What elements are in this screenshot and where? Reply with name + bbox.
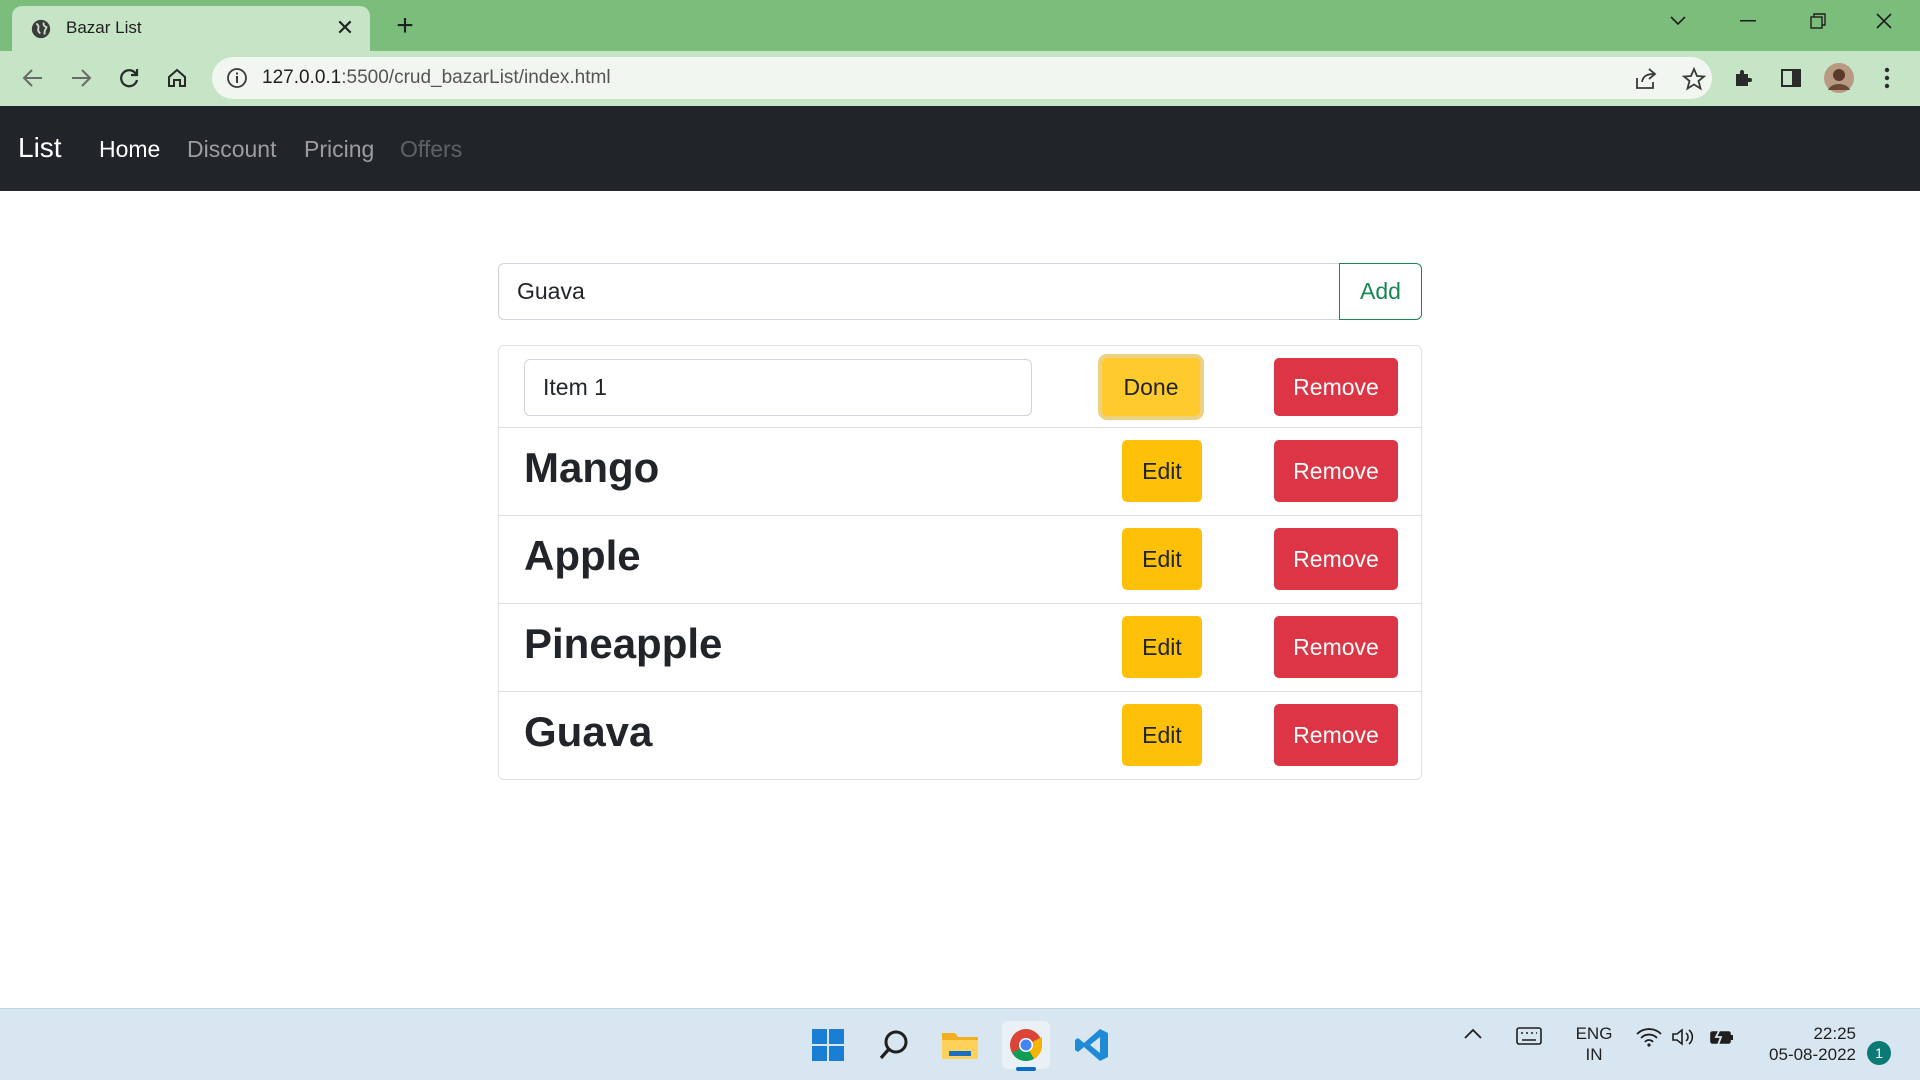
windows-start-icon[interactable] [804, 1021, 852, 1069]
tab-search-chevron-icon[interactable] [1646, 0, 1710, 42]
new-item-input[interactable] [498, 263, 1340, 320]
home-icon[interactable] [158, 59, 196, 97]
remove-button[interactable]: Remove [1274, 528, 1398, 590]
bookmark-star-icon[interactable] [1680, 65, 1708, 93]
search-icon[interactable] [870, 1021, 918, 1069]
add-button[interactable]: Add [1339, 263, 1422, 320]
browser-tab-strip: Bazar List ✕ + [0, 0, 1920, 51]
add-item-form: Add [498, 263, 1422, 320]
notification-badge[interactable]: 1 [1867, 1041, 1891, 1065]
edit-button[interactable]: Edit [1122, 440, 1202, 502]
forward-icon[interactable] [62, 59, 100, 97]
new-tab-icon[interactable]: + [388, 9, 422, 43]
item-name: Pineapple [524, 620, 723, 667]
navbar: List Home Discount Pricing Offers [0, 106, 1920, 191]
list-item: Apple Edit Remove [499, 516, 1421, 604]
back-icon[interactable] [14, 59, 52, 97]
keyboard-icon[interactable] [1516, 1027, 1542, 1050]
remove-button[interactable]: Remove [1274, 704, 1398, 766]
remove-button[interactable]: Remove [1274, 358, 1398, 416]
edit-button[interactable]: Edit [1122, 528, 1202, 590]
side-panel-icon[interactable] [1772, 59, 1810, 97]
list-item: Mango Edit Remove [499, 428, 1421, 516]
close-tab-icon[interactable]: ✕ [332, 15, 358, 41]
list-item: Guava Edit Remove [499, 692, 1421, 779]
clock[interactable]: 22:25 05-08-2022 [1750, 1023, 1856, 1065]
input-language[interactable]: ENG IN [1571, 1023, 1617, 1065]
site-info-icon[interactable] [226, 67, 248, 89]
menu-kebab-icon[interactable] [1868, 59, 1906, 97]
globe-icon [31, 19, 51, 39]
remove-button[interactable]: Remove [1274, 440, 1398, 502]
wifi-icon[interactable] [1636, 1027, 1662, 1052]
nav-link-discount[interactable]: Discount [187, 136, 276, 163]
edit-button[interactable]: Edit [1122, 616, 1202, 678]
edit-item-input[interactable] [524, 359, 1032, 416]
item-name: Apple [524, 532, 641, 579]
restore-icon[interactable] [1786, 0, 1850, 42]
volume-icon[interactable] [1671, 1027, 1697, 1052]
navbar-brand[interactable]: List [18, 132, 62, 164]
profile-avatar[interactable] [1820, 59, 1858, 97]
browser-toolbar: 127.0.0.1:5500/crud_bazarList/index.html [0, 51, 1920, 106]
item-name: Guava [524, 708, 653, 755]
nav-link-pricing[interactable]: Pricing [304, 136, 374, 163]
file-explorer-icon[interactable] [936, 1021, 984, 1069]
show-hidden-icons-chevron[interactable] [1463, 1027, 1483, 1045]
nav-link-offers: Offers [400, 136, 463, 162]
done-button[interactable]: Done [1102, 358, 1200, 416]
close-window-icon[interactable] [1852, 0, 1916, 42]
tab-title: Bazar List [66, 18, 142, 37]
vscode-icon[interactable] [1068, 1021, 1116, 1069]
edit-button[interactable]: Edit [1122, 704, 1202, 766]
active-app-indicator [1016, 1067, 1036, 1071]
windows-taskbar: ENG IN 22:25 05-08-2022 1 [0, 1008, 1920, 1080]
browser-tab[interactable]: Bazar List ✕ [12, 6, 370, 51]
url-text: 127.0.0.1:5500/crud_bazarList/index.html [262, 67, 611, 88]
item-name: Mango [524, 444, 660, 491]
list-item: Pineapple Edit Remove [499, 604, 1421, 692]
share-icon[interactable] [1632, 65, 1660, 93]
bazar-list: Done Remove Mango Edit Remove Apple Edit… [498, 345, 1422, 780]
minimize-icon[interactable] [1716, 0, 1780, 42]
remove-button[interactable]: Remove [1274, 616, 1398, 678]
extensions-puzzle-icon[interactable] [1724, 59, 1762, 97]
nav-link-home[interactable]: Home [99, 136, 160, 163]
reload-icon[interactable] [110, 59, 148, 97]
list-item-editing: Done Remove [499, 346, 1421, 428]
address-bar[interactable]: 127.0.0.1:5500/crud_bazarList/index.html [212, 57, 1712, 99]
battery-charging-icon[interactable] [1709, 1027, 1735, 1052]
chrome-icon[interactable] [1002, 1021, 1050, 1071]
